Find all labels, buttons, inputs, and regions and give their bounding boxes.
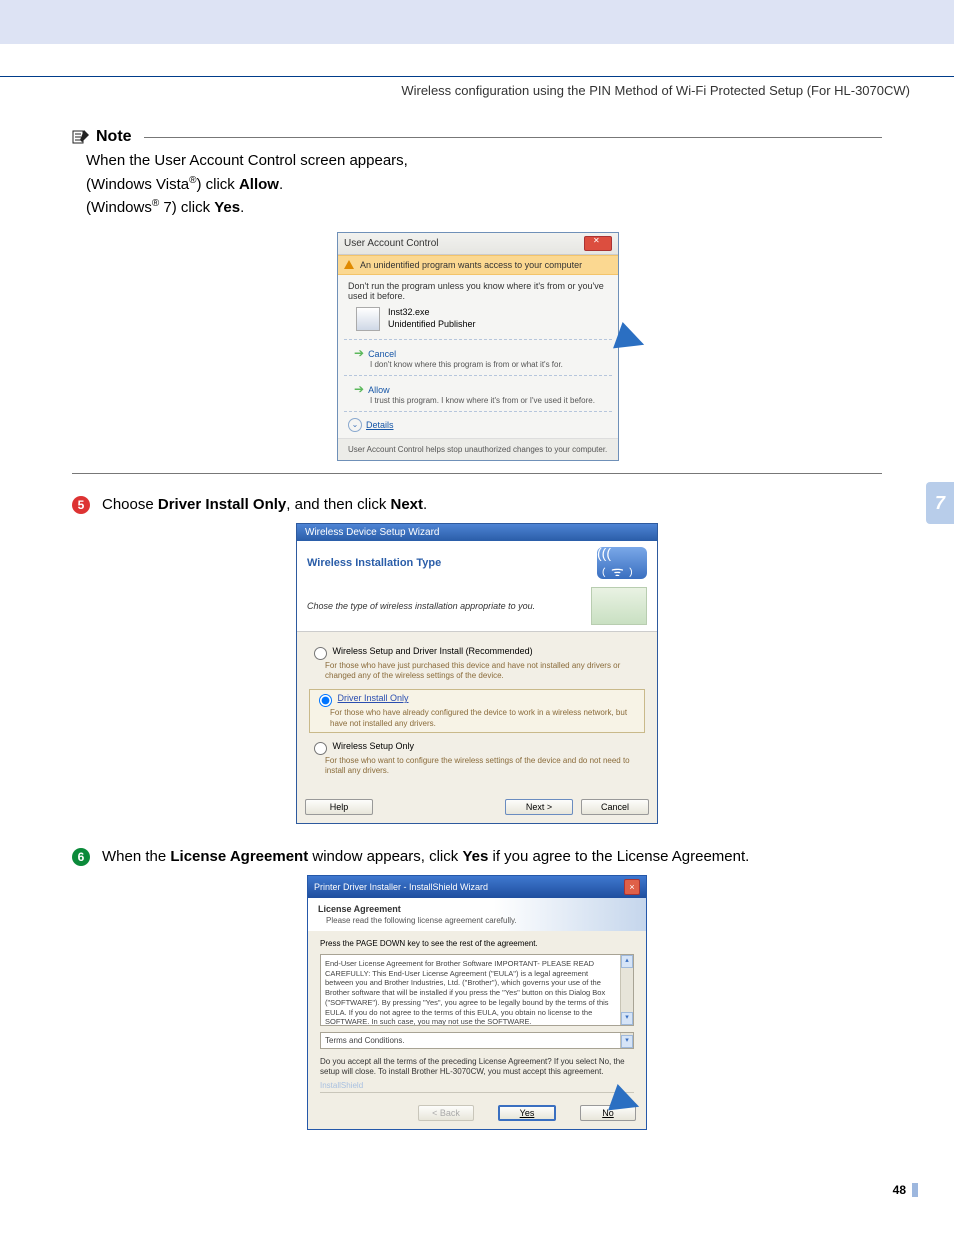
scroll-down-icon[interactable]: ▾	[621, 1012, 633, 1025]
license-dialog: Printer Driver Installer - InstallShield…	[307, 875, 647, 1130]
license-instruction: Press the PAGE DOWN key to see the rest …	[320, 939, 634, 948]
license-question: Do you accept all the terms of the prece…	[320, 1057, 634, 1078]
note-line-3: (Windows® 7) click Yes.	[86, 196, 882, 220]
wizard-option-wireless-only[interactable]: Wireless Setup Only For those who want t…	[309, 741, 645, 777]
license-eula-text: End-User License Agreement for Brother S…	[325, 959, 629, 1026]
uac-footer-text: User Account Control helps stop unauthor…	[338, 438, 618, 460]
uac-program-name: Inst32.exe	[388, 307, 476, 319]
uac-warning-bar: An unidentified program wants access to …	[338, 255, 618, 275]
wizard-illustration-icon	[591, 587, 647, 625]
radio-wireless-only[interactable]	[314, 742, 327, 755]
scroll-up-icon[interactable]: ▴	[621, 955, 633, 968]
page-header-breadcrumb: Wireless configuration using the PIN Met…	[0, 83, 910, 98]
top-bar	[0, 0, 954, 44]
uac-program-row: Inst32.exe Unidentified Publisher	[338, 303, 618, 339]
step-5-row: 5 Choose Driver Install Only, and then c…	[72, 494, 882, 515]
license-terms-box[interactable]: Terms and Conditions. ▾	[320, 1032, 634, 1049]
back-button: < Back	[418, 1105, 474, 1121]
uac-cancel-option[interactable]: ➔Cancel I don't know where this program …	[338, 340, 618, 375]
scroll-down-icon[interactable]: ▾	[621, 1035, 633, 1048]
uac-allow-option[interactable]: ➔Allow I trust this program. I know wher…	[338, 376, 618, 411]
wizard-heading: Wireless Installation Type	[307, 557, 441, 569]
shield-icon	[344, 260, 354, 269]
wizard-option-wireless-only-desc: For those who want to configure the wire…	[325, 756, 645, 777]
next-button[interactable]: Next >	[505, 799, 573, 815]
uac-cancel-desc: I don't know where this program is from …	[370, 360, 606, 369]
uac-allow-desc: I trust this program. I know where it's …	[370, 396, 606, 405]
close-icon[interactable]	[584, 236, 612, 251]
note-rule-bottom	[72, 473, 882, 474]
license-title-text: Printer Driver Installer - InstallShield…	[314, 882, 488, 892]
page-number-accent	[912, 1183, 918, 1197]
license-heading: License Agreement	[318, 904, 636, 914]
step-6-row: 6 When the License Agreement window appe…	[72, 846, 882, 867]
wizard-option-driver-only-desc: For those who have already configured th…	[330, 708, 640, 729]
uac-details-toggle[interactable]: ⌄ Details	[338, 412, 618, 438]
page-number: 48	[893, 1183, 906, 1197]
cancel-button[interactable]: Cancel	[581, 799, 649, 815]
uac-title-text: User Account Control	[344, 238, 439, 249]
license-subheading: Please read the following license agreem…	[326, 916, 636, 925]
note-pencil-icon	[72, 128, 90, 146]
note-line-1: When the User Account Control screen app…	[86, 150, 882, 173]
uac-dialog: User Account Control An unidentified pro…	[337, 232, 619, 461]
uac-program-publisher: Unidentified Publisher	[388, 319, 476, 331]
note-body: When the User Account Control screen app…	[86, 150, 882, 220]
chevron-down-icon: ⌄	[348, 418, 362, 432]
radio-driver-only[interactable]	[319, 694, 332, 707]
step-6-text: When the License Agreement window appear…	[102, 846, 749, 867]
arrow-icon: ➔	[354, 346, 364, 360]
scrollbar[interactable]: ▾	[620, 1033, 633, 1048]
program-icon	[356, 307, 380, 331]
license-eula-box[interactable]: End-User License Agreement for Brother S…	[320, 954, 634, 1026]
step-5-badge: 5	[72, 496, 90, 514]
uac-titlebar: User Account Control	[338, 233, 618, 255]
header-rule	[0, 76, 954, 77]
wizard-option-driver-only[interactable]: Driver Install Only For those who have a…	[309, 689, 645, 733]
wifi-icon: ((( ﹙ᯤ﹚	[597, 547, 647, 579]
yes-button[interactable]: Yes	[498, 1105, 556, 1121]
radio-recommended[interactable]	[314, 647, 327, 660]
wizard-subtext: Chose the type of wireless installation …	[307, 601, 535, 611]
scrollbar[interactable]: ▴ ▾	[620, 955, 633, 1025]
step-6-badge: 6	[72, 848, 90, 866]
arrow-icon: ➔	[354, 382, 364, 396]
close-icon[interactable]: ×	[624, 879, 640, 895]
wireless-wizard-dialog: Wireless Device Setup Wizard Wireless In…	[296, 523, 658, 824]
step-5-text: Choose Driver Install Only, and then cli…	[102, 494, 427, 515]
wizard-option-recommended-desc: For those who have just purchased this d…	[325, 661, 645, 682]
help-button[interactable]: Help	[305, 799, 373, 815]
license-titlebar: Printer Driver Installer - InstallShield…	[308, 876, 646, 898]
note-title: Note	[96, 128, 132, 146]
wizard-titlebar: Wireless Device Setup Wizard	[297, 524, 657, 541]
note-rule-top	[144, 137, 882, 138]
note-line-2: (Windows Vista®) click Allow.	[86, 173, 882, 197]
uac-message: Don't run the program unless you know wh…	[338, 275, 618, 303]
installshield-brand: InstallShield	[320, 1081, 634, 1090]
uac-warning-text: An unidentified program wants access to …	[360, 260, 582, 270]
wizard-option-recommended[interactable]: Wireless Setup and Driver Install (Recom…	[309, 646, 645, 682]
chapter-tab: 7	[926, 482, 954, 524]
